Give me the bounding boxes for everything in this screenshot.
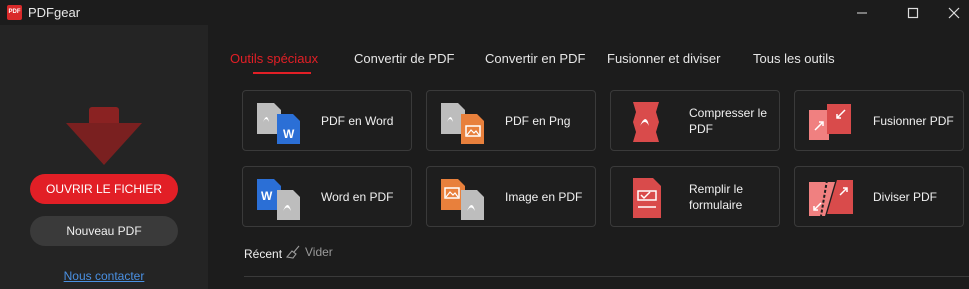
tab-tous-les-outils[interactable]: Tous les outils — [753, 51, 835, 66]
tool-label: Image en PDF — [505, 189, 583, 204]
tab-convertir-en-pdf[interactable]: Convertir en PDF — [485, 51, 585, 66]
open-file-button[interactable]: OUVRIR LE FICHIER — [30, 174, 178, 204]
split-pdf-icon — [809, 179, 853, 217]
active-tab-indicator — [253, 72, 311, 74]
tool-card-split-pdf[interactable]: Diviser PDF — [794, 166, 964, 227]
image-to-pdf-icon — [441, 179, 484, 220]
tool-card-compress-pdf[interactable]: Compresser le PDF — [610, 90, 780, 151]
minimize-button[interactable] — [839, 0, 885, 25]
fill-form-icon — [633, 178, 661, 218]
broom-icon — [285, 245, 300, 259]
app-logo-icon: PDF — [7, 5, 22, 20]
word-to-pdf-icon: W — [257, 179, 300, 220]
main-panel: Outils spéciaux Convertir de PDF Convert… — [208, 25, 969, 289]
recent-title: Récent — [244, 247, 283, 261]
tool-card-pdf-to-png[interactable]: PDF en Png — [426, 90, 596, 151]
tool-label: Fusionner PDF — [873, 113, 954, 128]
compress-pdf-icon — [633, 102, 659, 142]
tool-card-word-to-pdf[interactable]: W Word en PDF — [242, 166, 412, 227]
svg-text:W: W — [261, 189, 273, 203]
pdf-to-png-icon — [441, 103, 484, 144]
close-button[interactable] — [931, 0, 969, 25]
tool-card-merge-pdf[interactable]: Fusionner PDF — [794, 90, 964, 151]
tab-outils-speciaux[interactable]: Outils spéciaux — [230, 51, 318, 66]
merge-pdf-icon — [809, 104, 851, 140]
close-icon — [948, 7, 960, 18]
tool-card-pdf-to-word[interactable]: W PDF en Word — [242, 90, 412, 151]
svg-text:W: W — [283, 127, 295, 141]
clear-recent-button[interactable]: Vider — [285, 245, 333, 259]
tab-convertir-de-pdf[interactable]: Convertir de PDF — [354, 51, 454, 66]
tool-label: Remplir le formulaire — [689, 181, 744, 212]
clear-label: Vider — [305, 245, 333, 259]
new-pdf-button[interactable]: Nouveau PDF — [30, 216, 178, 246]
tool-label: PDF en Png — [505, 113, 571, 128]
pdf-to-word-icon: W — [257, 103, 300, 144]
contact-link[interactable]: Nous contacter — [0, 269, 208, 283]
tool-card-image-to-pdf[interactable]: Image en PDF — [426, 166, 596, 227]
app-title: PDFgear — [28, 5, 81, 20]
sidebar: OUVRIR LE FICHIER Nouveau PDF Nous conta… — [0, 25, 208, 289]
recent-divider — [244, 276, 969, 277]
maximize-button[interactable] — [890, 0, 936, 25]
tool-label: Diviser PDF — [873, 189, 938, 204]
tool-label: PDF en Word — [321, 113, 394, 128]
tool-card-fill-form[interactable]: Remplir le formulaire — [610, 166, 780, 227]
minimize-icon — [857, 12, 867, 13]
title-bar: PDF PDFgear — [0, 0, 969, 25]
tool-label: Word en PDF — [321, 189, 394, 204]
maximize-icon — [907, 7, 919, 18]
tab-fusionner-et-diviser[interactable]: Fusionner et diviser — [607, 51, 720, 66]
tool-label: Compresser le PDF — [689, 105, 768, 136]
